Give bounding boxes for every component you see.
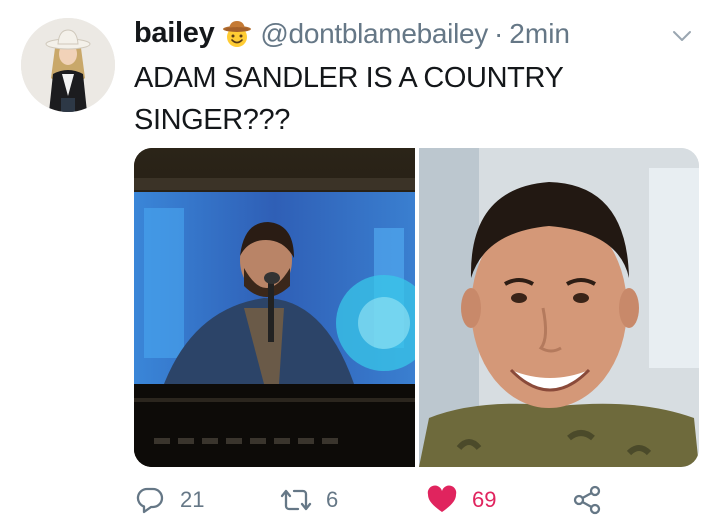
- display-name[interactable]: bailey: [134, 17, 215, 50]
- reply-icon: [136, 487, 164, 514]
- reply-count: 21: [180, 487, 205, 512]
- like-count: 69: [472, 487, 497, 512]
- tweet-header: bailey @dontblamebailey · 2min: [134, 17, 659, 50]
- user-handle[interactable]: @dontblamebailey: [260, 18, 488, 50]
- tweet-media: [134, 148, 699, 467]
- chevron-down-icon[interactable]: [670, 24, 694, 48]
- heart-icon: [427, 485, 457, 512]
- profile-avatar[interactable]: [21, 18, 115, 112]
- retweet-icon: [280, 489, 312, 511]
- media-image-adam-sandler[interactable]: [419, 148, 699, 467]
- share-icon: [573, 485, 601, 515]
- separator-dot: ·: [493, 17, 504, 49]
- tweet-actions: 21 6 69: [0, 478, 719, 522]
- retweet-count: 6: [326, 487, 339, 512]
- cowboy-hat-face-emoji: [222, 19, 252, 49]
- timestamp[interactable]: 2min: [509, 18, 570, 50]
- avatar-image: [21, 18, 115, 112]
- share-button[interactable]: [571, 478, 617, 522]
- tweet-text: ADAM SANDLER IS A COUNTRY SINGER???: [134, 62, 563, 136]
- like-button[interactable]: 69: [426, 478, 496, 522]
- retweet-button[interactable]: 6: [280, 478, 338, 522]
- media-image-tv-singer[interactable]: [134, 148, 415, 467]
- reply-button[interactable]: 21: [134, 478, 204, 522]
